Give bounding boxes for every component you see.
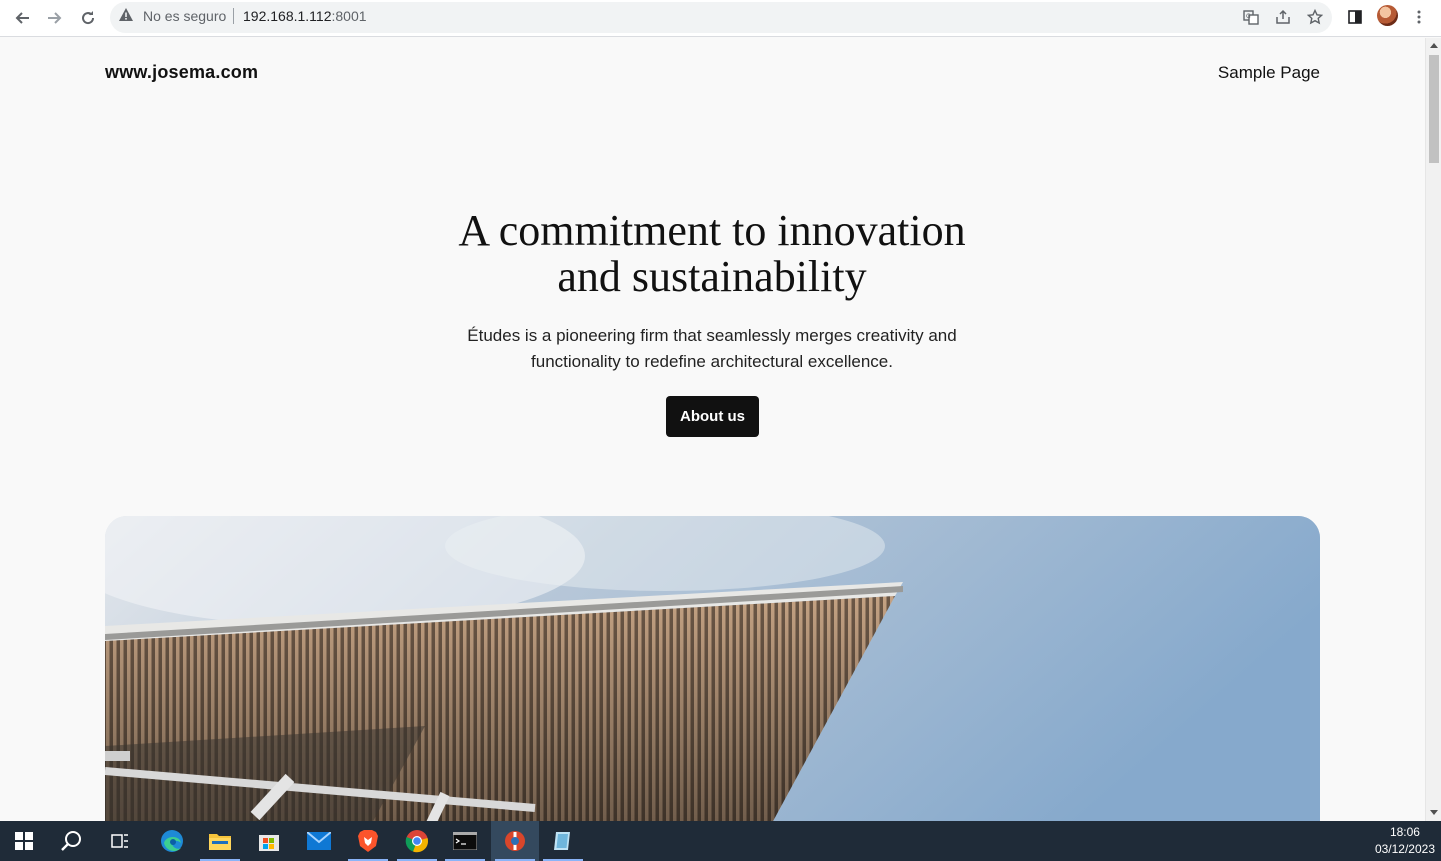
clock-date: 03/12/2023: [1374, 842, 1435, 856]
mail-icon[interactable]: [295, 821, 343, 861]
site-title-link[interactable]: www.josema.com: [105, 62, 258, 83]
store-icon[interactable]: [245, 821, 293, 861]
scroll-down-arrow-icon[interactable]: [1430, 810, 1438, 815]
bookmark-star-icon[interactable]: [1304, 6, 1326, 28]
url-text[interactable]: 192.168.1.112:8001: [243, 8, 367, 24]
translate-icon[interactable]: G: [1240, 6, 1262, 28]
side-panel-icon[interactable]: [1344, 6, 1366, 28]
menu-icon[interactable]: [1408, 6, 1430, 28]
share-icon[interactable]: [1272, 6, 1294, 28]
forward-icon[interactable]: [43, 6, 67, 30]
terminal-icon[interactable]: [441, 821, 489, 861]
app-icon-2[interactable]: [539, 821, 587, 861]
windows-start-icon[interactable]: [0, 821, 48, 861]
edge-icon[interactable]: [148, 821, 196, 861]
warning-icon[interactable]: [118, 7, 134, 23]
nav-sample-page[interactable]: Sample Page: [1218, 63, 1320, 83]
svg-text:G: G: [1246, 13, 1251, 20]
browser-toolbar: No es seguro 192.168.1.112:8001 G: [0, 0, 1441, 37]
file-explorer-icon[interactable]: [196, 821, 244, 861]
search-icon[interactable]: [48, 821, 96, 861]
hero-image: [105, 516, 1320, 821]
brave-icon[interactable]: [344, 821, 392, 861]
hero-subtitle: Études is a pioneering firm that seamles…: [467, 326, 957, 371]
clock-time: 18:06: [1389, 825, 1420, 839]
chrome-icon[interactable]: [393, 821, 441, 861]
app-icon[interactable]: [491, 821, 539, 861]
security-label[interactable]: No es seguro: [143, 8, 226, 24]
system-clock[interactable]: 18:06 03/12/2023: [1375, 824, 1435, 858]
omnibox-separator: [233, 8, 234, 24]
scroll-thumb[interactable]: [1429, 55, 1439, 163]
hero-title: A commitment to innovation and sustainabi…: [458, 206, 966, 301]
page-scrollbar[interactable]: [1425, 38, 1441, 821]
profile-avatar[interactable]: [1377, 5, 1398, 26]
reload-icon[interactable]: [76, 6, 100, 30]
about-us-button[interactable]: About us: [666, 396, 759, 437]
windows-taskbar: 18:06 03/12/2023: [0, 821, 1441, 861]
task-view-icon[interactable]: [96, 821, 144, 861]
back-icon[interactable]: [10, 6, 34, 30]
web-page: www.josema.com Sample Page A commitment …: [0, 38, 1425, 821]
scroll-up-arrow-icon[interactable]: [1430, 43, 1438, 48]
